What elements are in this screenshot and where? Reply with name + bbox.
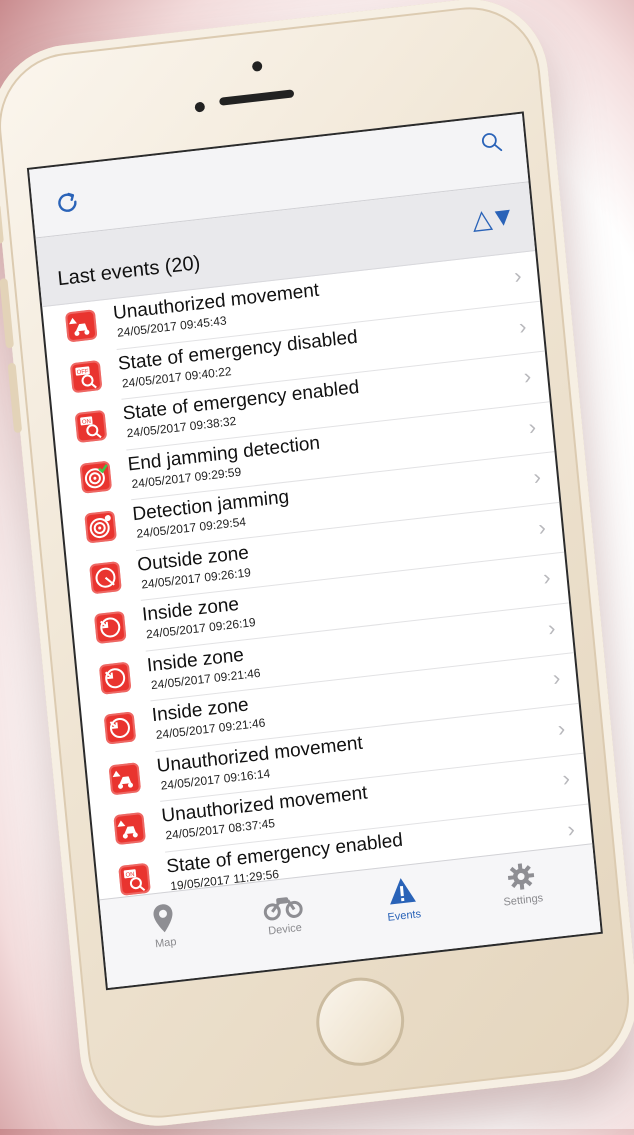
- zone-exit-icon: [89, 560, 122, 594]
- emergency-off-icon: OFF: [69, 359, 103, 393]
- jamming-icon: [84, 510, 117, 544]
- refresh-icon[interactable]: [53, 188, 81, 217]
- chevron-right-icon: ›: [541, 564, 552, 591]
- gear-icon: [507, 863, 535, 890]
- section-title: Last events (20): [56, 252, 202, 291]
- chevron-right-icon: ›: [522, 363, 533, 390]
- phone-frame: Last events (20) △▼ Unauthorized movemen…: [0, 0, 634, 1135]
- tab-label: Settings: [503, 892, 544, 909]
- volume-down-button: [7, 362, 23, 434]
- chevron-right-icon: ›: [546, 614, 557, 641]
- tab-label: Device: [267, 921, 303, 938]
- chevron-right-icon: ›: [551, 664, 562, 691]
- warning-icon: [390, 878, 416, 905]
- tab-settings[interactable]: Settings: [470, 857, 574, 912]
- proximity-sensor: [194, 101, 206, 113]
- chevron-right-icon: ›: [566, 815, 576, 842]
- mute-switch: [0, 203, 4, 245]
- earpiece-speaker: [219, 89, 295, 106]
- emergency-on-icon: ON: [74, 409, 108, 444]
- tab-label: Map: [154, 935, 178, 951]
- chevron-right-icon: ›: [527, 413, 538, 440]
- chevron-right-icon: ›: [537, 514, 547, 540]
- tab-label: Events: [386, 908, 422, 924]
- home-button[interactable]: [312, 972, 409, 1071]
- svg-text:ON: ON: [82, 419, 92, 426]
- chevron-right-icon: ›: [532, 463, 542, 490]
- chevron-right-icon: ›: [512, 262, 523, 289]
- sort-toggle-icon[interactable]: △▼: [471, 200, 515, 236]
- search-icon[interactable]: [480, 130, 504, 154]
- chevron-right-icon: ›: [556, 715, 567, 741]
- tab-map[interactable]: Map: [112, 898, 216, 955]
- map-pin-icon: [153, 904, 173, 933]
- jamming-end-icon: [79, 460, 113, 494]
- scooter-alert-icon: [108, 761, 142, 795]
- volume-up-button: [0, 277, 15, 349]
- motorbike-icon: [263, 897, 303, 921]
- app-screen: Last events (20) △▼ Unauthorized movemen…: [26, 111, 603, 991]
- emergency-on-icon: ON: [118, 862, 151, 896]
- zone-enter-icon: [103, 711, 137, 745]
- front-camera: [251, 60, 263, 72]
- zone-enter-icon: [98, 661, 132, 695]
- svg-text:ON: ON: [125, 871, 135, 878]
- scooter-alert-icon: [113, 811, 146, 846]
- zone-enter-icon: [93, 610, 127, 645]
- chevron-right-icon: ›: [561, 765, 572, 792]
- chevron-right-icon: ›: [517, 313, 528, 339]
- tab-events[interactable]: Events: [351, 871, 455, 928]
- tab-device[interactable]: Device: [232, 884, 336, 941]
- scooter-alert-icon: [64, 309, 98, 343]
